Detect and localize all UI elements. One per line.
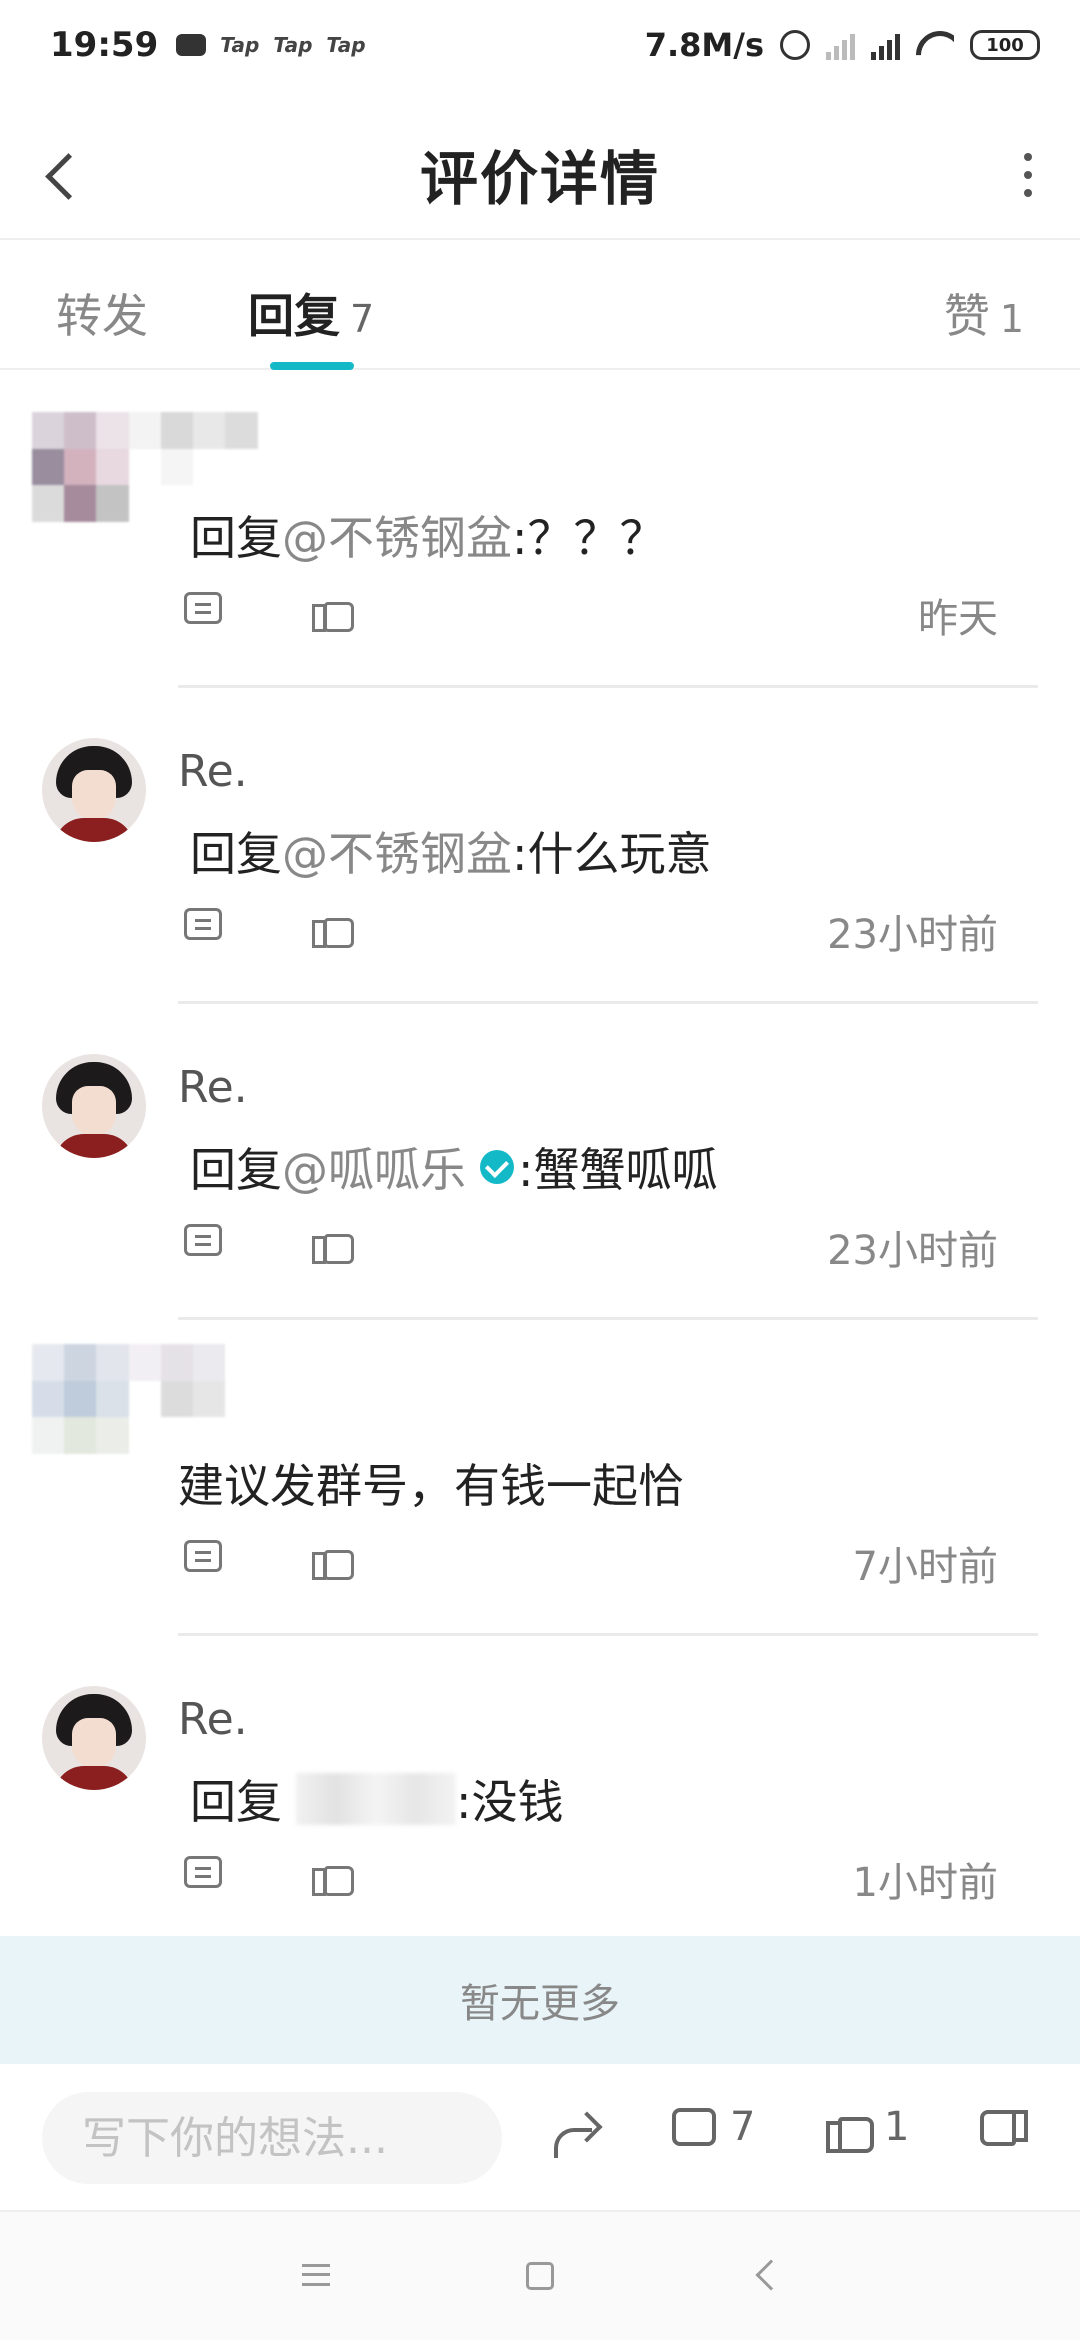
comment-item: Re. 回复 @呱呱乐 :蟹蟹呱呱 23小时前 bbox=[0, 1004, 1080, 1320]
app-header: 评价详情 bbox=[0, 110, 1080, 240]
tab-like-count: 1 bbox=[999, 297, 1024, 341]
comment-icon[interactable] bbox=[184, 592, 222, 624]
reply-prefix: 回复 bbox=[190, 1775, 282, 1829]
comment-item: 回复 @不锈钢盆 :？？？ 昨天 bbox=[0, 372, 1080, 688]
system-nav-bar bbox=[0, 2212, 1080, 2340]
comment-item: 建议发群号，有钱一起恰 7小时前 bbox=[0, 1320, 1080, 1636]
thumbs-up-icon bbox=[826, 2105, 874, 2153]
menu-icon[interactable] bbox=[302, 2264, 330, 2286]
comment-icon[interactable] bbox=[184, 1540, 222, 1572]
bottom-action-bar: 7 1 bbox=[0, 2064, 1080, 2212]
thumbs-up-icon[interactable] bbox=[312, 1536, 354, 1580]
comment-text: 回复 @不锈钢盆 :？？？ bbox=[190, 502, 666, 568]
comment-count: 7 bbox=[730, 2104, 756, 2150]
avatar[interactable] bbox=[42, 1054, 146, 1158]
tab-forward[interactable]: 转发 bbox=[56, 280, 148, 346]
comment-icon[interactable] bbox=[184, 908, 222, 940]
tap-app-indicator: Tap bbox=[273, 33, 313, 57]
username[interactable]: Re. bbox=[178, 1694, 248, 1745]
username[interactable]: Re. bbox=[178, 1062, 248, 1113]
comment-icon[interactable] bbox=[184, 1856, 222, 1888]
comment-actions: 7小时前 bbox=[180, 1532, 1040, 1590]
comment-time: 23小时前 bbox=[827, 912, 998, 958]
status-time: 19:59 bbox=[50, 25, 159, 65]
tab-bar: 转发 回复 7 赞 1 bbox=[0, 250, 1080, 370]
mention-link[interactable]: @不锈钢盆 bbox=[282, 502, 512, 568]
comment-body: :没钱 bbox=[456, 1775, 564, 1829]
verified-badge-icon bbox=[480, 1150, 514, 1184]
active-tab-indicator bbox=[270, 362, 354, 370]
battery-icon: 100 bbox=[970, 30, 1040, 60]
home-icon[interactable] bbox=[526, 2262, 554, 2290]
comment-text: 回复 @不锈钢盆 :什么玩意 bbox=[190, 818, 712, 884]
avatar-blurred[interactable] bbox=[32, 1344, 322, 1454]
comment-body: :蟹蟹呱呱 bbox=[518, 1143, 718, 1197]
comment-text: 建议发群号，有钱一起恰 bbox=[178, 1450, 684, 1516]
alarm-icon bbox=[780, 30, 810, 60]
gamepad-icon bbox=[176, 34, 207, 56]
back-arrow-icon[interactable] bbox=[42, 150, 82, 200]
comment-icon bbox=[672, 2108, 716, 2146]
tap-app-indicator: Tap bbox=[326, 33, 366, 57]
mention-link[interactable]: @呱呱乐 bbox=[282, 1134, 466, 1200]
nav-back-icon[interactable] bbox=[755, 2259, 787, 2291]
page-title: 评价详情 bbox=[419, 145, 660, 213]
comment-text: 回复 @呱呱乐 :蟹蟹呱呱 bbox=[190, 1134, 718, 1200]
comment-body: :什么玩意 bbox=[512, 827, 712, 881]
like-count: 1 bbox=[884, 2104, 910, 2150]
thumbs-up-icon[interactable] bbox=[312, 588, 354, 632]
comment-actions: 23小时前 bbox=[180, 1216, 1040, 1274]
username[interactable]: Re. bbox=[178, 746, 248, 797]
comment-item: Re. 回复 :没钱 1小时前 bbox=[0, 1636, 1080, 1952]
reply-prefix: 回复 bbox=[190, 511, 282, 565]
comment-actions: 23小时前 bbox=[180, 900, 1040, 958]
comment-body: :？？？ bbox=[512, 511, 666, 565]
no-more-banner: 暂无更多 bbox=[0, 1936, 1080, 2064]
tab-like[interactable]: 赞 1 bbox=[944, 280, 1024, 346]
comment-time: 昨天 bbox=[918, 596, 998, 642]
signal-icon bbox=[826, 30, 855, 60]
comment-count-button[interactable]: 7 bbox=[672, 2104, 755, 2150]
comment-input[interactable] bbox=[42, 2092, 502, 2184]
tap-app-indicator: Tap bbox=[220, 33, 260, 57]
avatar[interactable] bbox=[42, 738, 146, 842]
thumbs-down-icon[interactable] bbox=[978, 2108, 1028, 2158]
comment-body: 建议发群号，有钱一起恰 bbox=[178, 1459, 684, 1513]
reply-prefix: 回复 bbox=[190, 1143, 282, 1197]
wifi-icon bbox=[916, 31, 954, 59]
thumbs-up-icon[interactable] bbox=[312, 1220, 354, 1264]
like-button[interactable]: 1 bbox=[826, 2104, 910, 2153]
more-vertical-icon[interactable] bbox=[1018, 150, 1038, 200]
mention-blurred[interactable] bbox=[296, 1773, 456, 1825]
thumbs-up-icon[interactable] bbox=[312, 1852, 354, 1896]
network-speed: 7.8M/s bbox=[644, 26, 764, 64]
tab-reply-count: 7 bbox=[350, 297, 375, 341]
comment-time: 1小时前 bbox=[852, 1860, 998, 1906]
comment-icon[interactable] bbox=[184, 1224, 222, 1256]
status-bar: 19:59 Tap Tap Tap 7.8M/s 100 bbox=[0, 0, 1080, 90]
comment-text: 回复 :没钱 bbox=[190, 1766, 564, 1832]
tab-forward-label: 转发 bbox=[56, 289, 148, 343]
tab-reply-label: 回复 bbox=[248, 289, 340, 343]
comment-item: Re. 回复 @不锈钢盆 :什么玩意 23小时前 bbox=[0, 688, 1080, 1004]
comment-actions: 1小时前 bbox=[180, 1848, 1040, 1906]
tab-reply[interactable]: 回复 7 bbox=[248, 280, 374, 346]
mention-link[interactable]: @不锈钢盆 bbox=[282, 818, 512, 884]
comment-time: 7小时前 bbox=[852, 1544, 998, 1590]
avatar[interactable] bbox=[42, 1686, 146, 1790]
comment-actions: 昨天 bbox=[180, 584, 1040, 642]
thumbs-up-icon[interactable] bbox=[312, 904, 354, 948]
reply-prefix: 回复 bbox=[190, 827, 282, 881]
comment-time: 23小时前 bbox=[827, 1228, 998, 1274]
share-icon[interactable] bbox=[550, 2112, 600, 2162]
signal-hd-icon bbox=[871, 30, 900, 60]
tab-like-label: 赞 bbox=[943, 289, 990, 343]
